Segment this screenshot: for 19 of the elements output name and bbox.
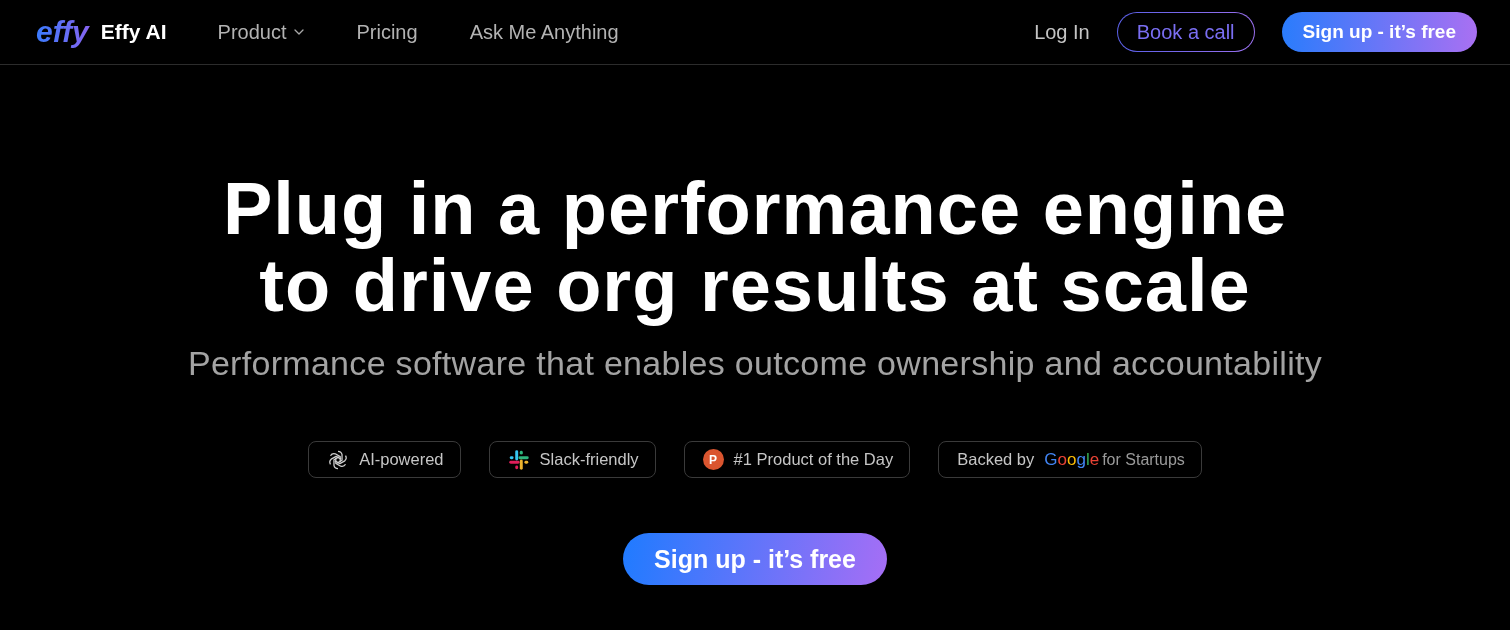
brand-name[interactable]: Effy AI [100, 20, 167, 44]
signup-button[interactable]: Sign up - it’s free [1281, 12, 1477, 52]
signup-cta-button[interactable]: Sign up - it’s free [623, 533, 887, 585]
hero-subtitle: Performance software that enables outcome ownership and accountability [187, 343, 1323, 383]
letter-p-icon: P [702, 449, 724, 470]
book-call-button[interactable]: Book a call [1116, 12, 1255, 52]
nav-link[interactable]: Ask Me Anything [469, 20, 619, 44]
swirl-icon [327, 448, 350, 471]
badge-label: Slack-friendly [539, 450, 639, 469]
colored-hash-icon [507, 448, 530, 471]
badge-label: AI-powered [359, 450, 444, 469]
login-link[interactable]: Log In [1034, 20, 1090, 44]
nav-link[interactable]: Pricing [356, 20, 418, 44]
badge-label: Backed by [957, 450, 1035, 469]
startups-label: for Startups [1102, 450, 1185, 469]
badge-label: #1 Product of the Day [733, 450, 894, 469]
google-wordmark: Google [1044, 449, 1100, 470]
nav-link[interactable]: Product [217, 20, 305, 44]
hero-heading: Plug in a performance engine to drive org results at scale [222, 170, 1288, 324]
